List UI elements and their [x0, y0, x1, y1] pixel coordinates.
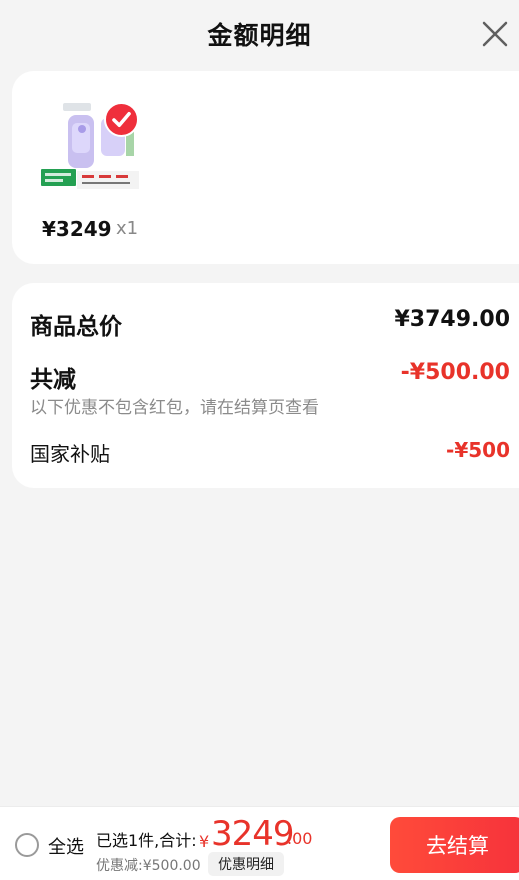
discount-detail-button[interactable]: 优惠明细 — [208, 852, 284, 876]
modal-title: 金额明细 — [207, 21, 312, 50]
checkout-button[interactable]: 去结算 — [390, 817, 519, 873]
check-icon — [104, 102, 139, 137]
product-card: ¥3249 x1 — [12, 71, 519, 264]
total-decimal: .00 — [287, 829, 313, 848]
close-icon[interactable] — [475, 14, 515, 54]
selected-total-label: 已选1件,合计: — [96, 831, 197, 850]
item-quantity: x1 — [116, 218, 139, 239]
reduction-label: 共减 — [30, 367, 76, 393]
subsidy-row: 国家补贴 -¥500 — [30, 438, 510, 467]
radio-icon[interactable] — [15, 833, 39, 857]
total-price-label: 商品总价 — [30, 314, 122, 340]
total-integer: 3249 — [211, 814, 295, 854]
subsidy-label: 国家补贴 — [30, 442, 110, 466]
total-currency: ¥ — [199, 832, 210, 851]
summary-card: 商品总价 ¥3749.00 共减 -¥500.00 以下优惠不包含红包，请在结算… — [12, 283, 519, 488]
total-price-value: ¥3749.00 — [394, 307, 510, 332]
item-price: ¥3249 — [42, 217, 112, 241]
reduction-row: 共减 -¥500.00 — [30, 360, 510, 394]
subsidy-value: -¥500 — [446, 438, 510, 462]
select-all-label[interactable]: 全选 — [48, 833, 84, 859]
reduction-value: -¥500.00 — [400, 360, 510, 385]
discount-summary: 优惠减:¥500.00 — [96, 858, 201, 874]
discount-note: 以下优惠不包含红包，请在结算页查看 — [30, 398, 319, 418]
total-price-row: 商品总价 ¥3749.00 — [30, 307, 510, 341]
modal-header: 金额明细 — [0, 0, 519, 70]
bottom-bar: 全选 已选1件,合计: ¥ 3249 .00 优惠减:¥500.00 优惠明细 … — [0, 806, 519, 880]
